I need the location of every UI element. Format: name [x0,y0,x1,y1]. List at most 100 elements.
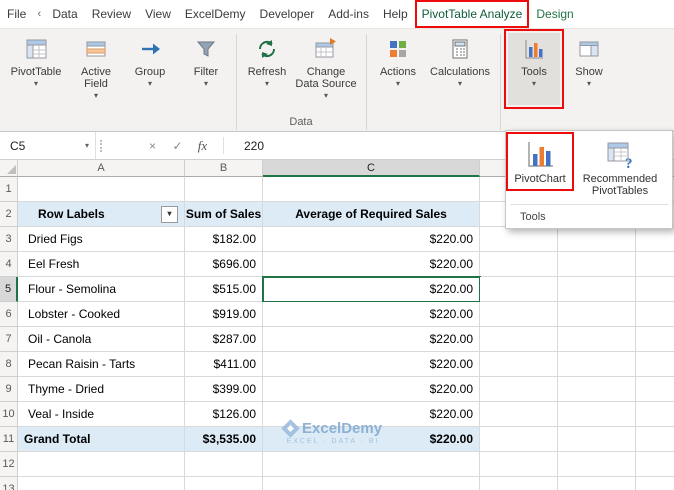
cell-C5-selected[interactable]: $220.00 [262,276,481,303]
cell-A9[interactable]: Thyme - Dried [18,377,185,402]
row-header-3[interactable]: 3 [0,227,18,252]
cell-A6[interactable]: Lobster - Cooked [18,302,185,327]
cell-F10[interactable] [636,402,674,427]
cell-A11-grand-total[interactable]: Grand Total [18,427,185,452]
cell-F9[interactable] [636,377,674,402]
cancel-icon[interactable]: × [140,139,165,153]
calculations-button[interactable]: Calculations ▾ [428,33,492,105]
tab-review[interactable]: Review [85,0,138,28]
row-header-8[interactable]: 8 [0,352,18,377]
cell-A2-row-labels[interactable]: Row Labels ▾ [18,202,185,227]
cell-F3[interactable] [636,227,674,252]
cell-F11[interactable] [636,427,674,452]
cell-D5[interactable] [480,277,558,302]
select-all-corner[interactable] [0,160,18,177]
row-header-11[interactable]: 11 [0,427,18,452]
cell-A8[interactable]: Pecan Raisin - Tarts [18,352,185,377]
cell-E12[interactable] [558,452,636,477]
cell-B11[interactable]: $3,535.00 [185,427,263,452]
cell-C3[interactable]: $220.00 [263,227,480,252]
row-header-13[interactable]: 13 [0,477,18,490]
formula-input[interactable]: 220 [232,132,264,159]
row-header-12[interactable]: 12 [0,452,18,477]
row-header-4[interactable]: 4 [0,252,18,277]
cell-B9[interactable]: $399.00 [185,377,263,402]
cell-F8[interactable] [636,352,674,377]
cell-B7[interactable]: $287.00 [185,327,263,352]
cell-D6[interactable] [480,302,558,327]
cell-D12[interactable] [480,452,558,477]
cell-D13[interactable] [480,477,558,490]
formula-bar-splitter[interactable] [100,139,104,152]
cell-B2-sum-of-sales[interactable]: Sum of Sales [185,202,263,227]
cell-F13[interactable] [636,477,674,490]
row-header-2[interactable]: 2 [0,202,18,227]
tab-pivottable-analyze[interactable]: PivotTable Analyze [414,0,530,28]
cell-C4[interactable]: $220.00 [263,252,480,277]
cell-C6[interactable]: $220.00 [263,302,480,327]
row-header-7[interactable]: 7 [0,327,18,352]
cell-E10[interactable] [558,402,636,427]
cell-D3[interactable] [480,227,558,252]
cell-C1[interactable] [263,177,480,202]
cell-C13[interactable] [263,477,480,490]
recommended-pivottables-menu-item[interactable]: ? Recommended PivotTables [572,134,668,201]
cell-F12[interactable] [636,452,674,477]
name-box-arrow-icon[interactable]: ▾ [85,141,89,150]
cell-A3[interactable]: Dried Figs [18,227,185,252]
tools-button[interactable]: Tools ▾ [504,29,564,109]
cell-E9[interactable] [558,377,636,402]
actions-button[interactable]: Actions ▾ [374,33,422,105]
cell-A7[interactable]: Oil - Canola [18,327,185,352]
cell-E11[interactable] [558,427,636,452]
tab-exceldemy[interactable]: ExcelDemy [178,0,253,28]
change-data-source-button[interactable]: Change Data Source ▾ [294,33,358,105]
cell-B8[interactable]: $411.00 [185,352,263,377]
enter-icon[interactable]: ✓ [165,139,190,153]
cell-E3[interactable] [558,227,636,252]
cell-A4[interactable]: Eel Fresh [18,252,185,277]
tab-scroll-left-icon[interactable]: ‹ [33,8,45,20]
cell-C8[interactable]: $220.00 [263,352,480,377]
cell-D11[interactable] [480,427,558,452]
tab-view[interactable]: View [138,0,178,28]
cell-E4[interactable] [558,252,636,277]
column-header-B[interactable]: B [185,160,263,177]
show-button[interactable]: Show ▾ [566,33,612,105]
cell-C9[interactable]: $220.00 [263,377,480,402]
name-box[interactable]: C5 ▾ [0,132,96,159]
cell-B12[interactable] [185,452,263,477]
cell-E13[interactable] [558,477,636,490]
row-labels-filter-button[interactable]: ▾ [161,205,178,223]
cell-F5[interactable] [636,277,674,302]
pivotchart-menu-item[interactable]: PivotChart [506,132,574,191]
filter-ribbon-button[interactable]: Filter ▾ [184,33,228,105]
cell-A1[interactable] [18,177,185,202]
tab-file[interactable]: File [0,0,33,28]
column-header-A[interactable]: A [18,160,185,177]
cell-B4[interactable]: $696.00 [185,252,263,277]
cell-A5[interactable]: Flour - Semolina [18,277,185,302]
tab-help[interactable]: Help [376,0,415,28]
refresh-button[interactable]: Refresh ▾ [244,33,290,105]
cell-C2-average-of-required-sales[interactable]: Average of Required Sales [263,202,480,227]
active-field-button[interactable]: Active Field ▾ [70,33,122,105]
cell-D4[interactable] [480,252,558,277]
cell-D10[interactable] [480,402,558,427]
cell-A13[interactable] [18,477,185,490]
tab-addins[interactable]: Add-ins [321,0,376,28]
cell-B10[interactable]: $126.00 [185,402,263,427]
cell-B6[interactable]: $919.00 [185,302,263,327]
tab-developer[interactable]: Developer [253,0,322,28]
row-header-1[interactable]: 1 [0,177,18,202]
cell-C10[interactable]: $220.00 [263,402,480,427]
tab-design[interactable]: Design [529,0,580,28]
cell-D8[interactable] [480,352,558,377]
insert-function-icon[interactable]: fx [190,138,215,154]
cell-B3[interactable]: $182.00 [185,227,263,252]
cell-B5[interactable]: $515.00 [185,277,263,302]
cell-F6[interactable] [636,302,674,327]
cell-E7[interactable] [558,327,636,352]
cell-B1[interactable] [185,177,263,202]
column-header-C[interactable]: C [263,160,480,177]
